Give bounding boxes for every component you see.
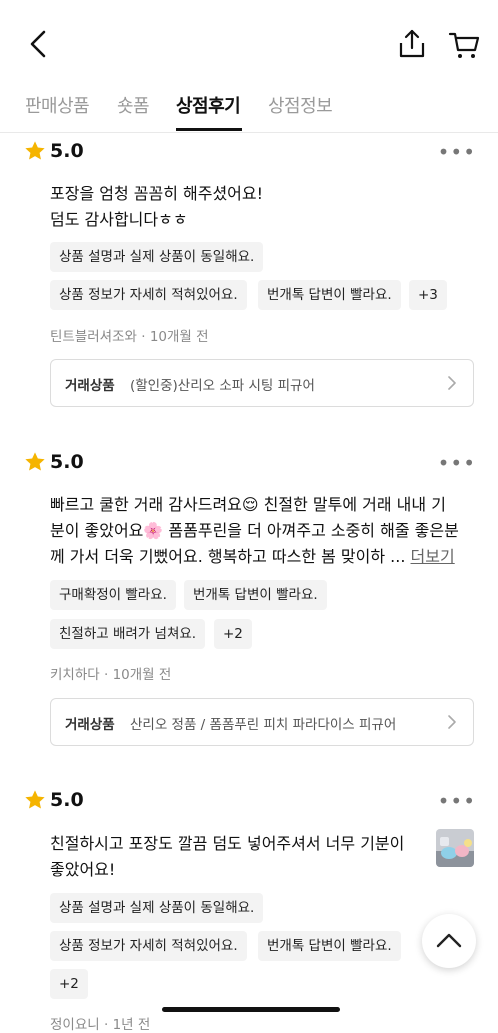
review-tag-more[interactable]: +3 (409, 280, 447, 310)
review-tag: 친절하고 배려가 넘쳐요. (50, 619, 206, 649)
review-tag-more[interactable]: +2 (50, 969, 88, 999)
back-arrow-icon[interactable] (22, 26, 58, 62)
tab-reviews[interactable]: 상점후기 (176, 92, 241, 118)
review-time: · 10개월 전 (103, 667, 172, 683)
review-text-line: 덤도 감사합니다ㅎㅎ (50, 210, 188, 229)
share-icon[interactable] (394, 26, 430, 62)
review-tag: 구매확정이 빨라요. (50, 580, 176, 610)
chevron-up-icon (436, 933, 462, 948)
tab-store-info[interactable]: 상점정보 (268, 92, 333, 118)
home-indicator (162, 1007, 340, 1012)
cart-icon[interactable] (446, 26, 482, 62)
read-more-link[interactable]: 더보기 (411, 547, 455, 566)
review-meta: 틴트블러셔조와 · 10개월 전 (50, 325, 209, 345)
chevron-right-icon (448, 715, 456, 729)
review-author[interactable]: 틴트블러셔조와 (50, 329, 137, 345)
store-tabs: 판매상품 숏폼 상점후기 상점정보 (0, 84, 498, 133)
star-icon (25, 452, 45, 471)
traded-product[interactable]: 거래상품 (할인중)산리오 소파 시팅 피규어 (50, 359, 474, 407)
top-bar (0, 0, 498, 84)
review-tag: 상품 설명과 실제 상품이 동일해요. (50, 242, 264, 272)
review-tag: 번개톡 답변이 빨라요. (258, 280, 401, 310)
review-text-line: 포장을 엄청 꼼꼼히 해주셨어요! (50, 184, 264, 203)
review-tag-more[interactable]: +2 (214, 619, 252, 649)
more-options-icon[interactable]: ••• (438, 789, 476, 813)
more-options-icon[interactable]: ••• (438, 140, 476, 164)
chevron-right-icon (448, 376, 456, 390)
review-text-line: 친절하시고 포장도 깔끔 덤도 넣어주셔서 너무 기분이 (50, 834, 405, 853)
review-author[interactable]: 키치하다 (50, 667, 100, 683)
traded-product-label: 거래상품 (65, 717, 115, 733)
rating-score: 5.0 (50, 140, 84, 162)
review-meta: 정이요니 · 1년 전 (50, 1013, 150, 1033)
traded-product-name: 산리오 정품 / 폼폼푸린 피치 파라다이스 피규어 (130, 717, 397, 733)
review-author[interactable]: 정이요니 (50, 1017, 100, 1033)
review-text-line: 좋았어요! (50, 860, 116, 879)
review-text-line: 빠르고 쿨한 거래 감사드려요😌 친절한 말투에 거래 내내 기 (50, 495, 446, 514)
star-icon (25, 790, 45, 809)
rating: 5.0 (24, 449, 84, 475)
rating-score: 5.0 (50, 789, 84, 811)
traded-product-name: (할인중)산리오 소파 시팅 피규어 (130, 378, 315, 394)
review-tag: 번개톡 답변이 빨라요. (184, 580, 327, 610)
traded-product[interactable]: 거래상품 산리오 정품 / 폼폼푸린 피치 파라다이스 피규어 (50, 698, 474, 746)
review-time: · 1년 전 (103, 1017, 151, 1033)
traded-product-label: 거래상품 (65, 378, 115, 394)
tab-shortform[interactable]: 숏폼 (117, 92, 150, 118)
rating-score: 5.0 (50, 451, 84, 473)
more-options-icon[interactable]: ••• (438, 451, 476, 475)
rating: 5.0 (24, 787, 84, 813)
star-icon (25, 141, 45, 160)
review-tag: 상품 정보가 자세히 적혀있어요. (50, 931, 247, 961)
rating: 5.0 (24, 138, 84, 164)
active-tab-indicator (176, 128, 242, 131)
review-text-line: 께 가서 더욱 기뻤어요. 행복하고 따스한 봄 맞이하 ... 더보기 (50, 544, 455, 570)
review-time: · 10개월 전 (141, 329, 209, 345)
review-text-line: 분이 좋았어요🌸 폼폼푸린을 더 아껴주고 소중히 해줄 좋은분 (50, 521, 459, 540)
review-tag: 상품 설명과 실제 상품이 동일해요. (50, 893, 264, 923)
review-tag: 번개톡 답변이 빨라요. (258, 931, 401, 961)
review-tag: 상품 정보가 자세히 적혀있어요. (50, 280, 247, 310)
review-meta: 키치하다 · 10개월 전 (50, 663, 171, 683)
review-text-truncated: 께 가서 더욱 기뻤어요. 행복하고 따스한 봄 맞이하 ... (50, 547, 406, 566)
review-photo-thumbnail[interactable] (436, 829, 474, 867)
tab-products[interactable]: 판매상품 (25, 92, 90, 118)
scroll-to-top-button[interactable] (422, 914, 476, 968)
